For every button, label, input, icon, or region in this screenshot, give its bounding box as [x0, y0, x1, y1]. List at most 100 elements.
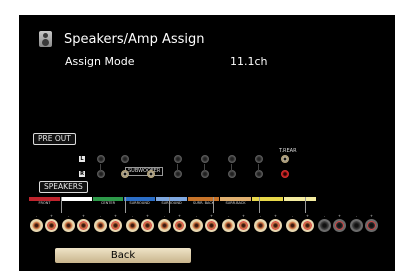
- pre-out-jack: [97, 170, 105, 178]
- pre-out-jack: [228, 155, 236, 163]
- speaker-terminal: [333, 219, 346, 232]
- terminal-column: -: [158, 214, 171, 232]
- terminal-column: +: [237, 214, 250, 232]
- terminal-column: -: [254, 214, 267, 232]
- speaker-terminal: [254, 219, 267, 232]
- pre-out-jack: [255, 170, 263, 178]
- assign-mode-label[interactable]: Assign Mode: [65, 55, 134, 68]
- terminal-column: +: [333, 214, 346, 232]
- terminal-column: -: [62, 214, 75, 232]
- setup-screen: Speakers/Amp Assign Assign Mode 11.1ch P…: [19, 15, 395, 271]
- terminal-pair: - +: [158, 214, 188, 232]
- terminal-column: +: [301, 214, 314, 232]
- channel-divider: [305, 197, 306, 213]
- channel-label: SURROUND: [129, 201, 150, 205]
- terminal-column: +: [45, 214, 58, 232]
- speakers-label: SPEAKERS: [39, 181, 88, 193]
- terminal-column: -: [222, 214, 235, 232]
- pre-out-jack: [121, 155, 129, 163]
- speaker-terminal: [286, 219, 299, 232]
- channel-divider: [125, 197, 126, 213]
- pre-out-jack: [201, 170, 209, 178]
- terminal-column: +: [205, 214, 218, 232]
- channel-label: SURROUND: [161, 201, 182, 205]
- back-button[interactable]: Back: [55, 248, 191, 263]
- terminal-column: +: [77, 214, 90, 232]
- pre-out-jack: [174, 170, 182, 178]
- speaker-terminal: [350, 219, 363, 232]
- pre-out-label: PRE OUT: [33, 133, 76, 145]
- terminal-column: -: [318, 214, 331, 232]
- terminal-column: -: [190, 214, 203, 232]
- subwoofer-jack: [121, 170, 129, 178]
- channel-label: FRONT: [70, 201, 83, 205]
- pre-out-jack: [97, 155, 105, 163]
- channel-label: SURR. BACK: [192, 201, 215, 205]
- terminal-pair: - +: [286, 214, 316, 232]
- terminal-pair: - +: [126, 214, 156, 232]
- pre-out-jack: [201, 155, 209, 163]
- terminal-pair: - +: [62, 214, 92, 232]
- terminal-column: +: [269, 214, 282, 232]
- connector-line: [100, 164, 101, 172]
- page-title: Speakers/Amp Assign: [64, 31, 205, 47]
- channel-label: CENTER: [100, 201, 116, 205]
- terminal-column: -: [94, 214, 107, 232]
- pre-out-jack: [255, 155, 263, 163]
- channel-label: FRONT: [38, 201, 51, 205]
- subwoofer-label: SUBWOOFER: [125, 167, 164, 176]
- speaker-terminal: [30, 219, 43, 232]
- speaker-terminal: [173, 219, 186, 232]
- connector-line: [204, 164, 205, 172]
- connector-line: [177, 164, 178, 172]
- terminal-column: +: [173, 214, 186, 232]
- speaker-terminal: [109, 219, 122, 232]
- speaker-terminal: [205, 219, 218, 232]
- t-rear-jack: [281, 155, 289, 163]
- connector-line: [231, 164, 232, 172]
- speaker-terminal: [62, 219, 75, 232]
- speaker-terminal: [269, 219, 282, 232]
- channel-label: SURR.BACK: [225, 201, 246, 205]
- speaker-terminal: [158, 219, 171, 232]
- speaker-terminal: [126, 219, 139, 232]
- terminal-column: +: [109, 214, 122, 232]
- speaker-terminal: [141, 219, 154, 232]
- speaker-terminal: [222, 219, 235, 232]
- speaker-terminal: [45, 219, 58, 232]
- terminal-pair: - +: [30, 214, 60, 232]
- connector-line: [258, 164, 259, 172]
- speaker-terminal: [301, 219, 314, 232]
- terminal-pair: - +: [318, 214, 348, 232]
- terminal-pair: - +: [254, 214, 284, 232]
- speaker-terminal: [94, 219, 107, 232]
- speaker-terminals: - + - + - + - + - + - + - + - + - + - + - +: [30, 214, 382, 232]
- pre-out-jack: [228, 170, 236, 178]
- pre-out-jack: [174, 155, 182, 163]
- channel-labels: FRONT FRONT CENTER SURROUND SURROUND SUR…: [29, 201, 317, 205]
- subwoofer-jack: [147, 170, 155, 178]
- header: Speakers/Amp Assign: [39, 31, 205, 47]
- assign-mode-value[interactable]: 11.1ch: [230, 55, 268, 68]
- left-channel-marker: L: [79, 156, 85, 162]
- t-rear-jack: [281, 170, 289, 178]
- channel-divider: [169, 197, 170, 213]
- terminal-column: -: [286, 214, 299, 232]
- channel-label: T.FRONT: [292, 201, 308, 205]
- terminal-pair: - +: [94, 214, 124, 232]
- speaker-icon: [39, 31, 52, 47]
- channel-divider: [213, 197, 214, 213]
- right-channel-marker: R: [79, 171, 85, 177]
- speaker-terminal: [318, 219, 331, 232]
- terminal-pair: - +: [222, 214, 252, 232]
- terminal-pair: - +: [190, 214, 220, 232]
- channel-label: T.FRONT: [260, 201, 275, 205]
- terminal-pair: - +: [350, 214, 380, 232]
- terminal-column: -: [30, 214, 43, 232]
- speaker-terminal: [190, 219, 203, 232]
- terminal-column: -: [350, 214, 363, 232]
- terminal-column: -: [126, 214, 139, 232]
- terminal-column: +: [365, 214, 378, 232]
- speaker-terminal: [237, 219, 250, 232]
- channel-divider: [259, 197, 260, 213]
